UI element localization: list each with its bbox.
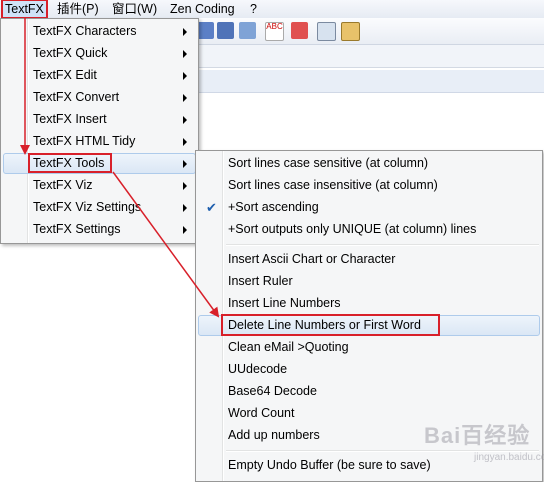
arrow-to-delete-line-numbers bbox=[112, 171, 220, 318]
watermark: Bai百经验 bbox=[424, 423, 531, 448]
watermark-url: jingyan.baidu.com bbox=[474, 452, 544, 463]
annotation-arrows bbox=[20, 17, 220, 318]
